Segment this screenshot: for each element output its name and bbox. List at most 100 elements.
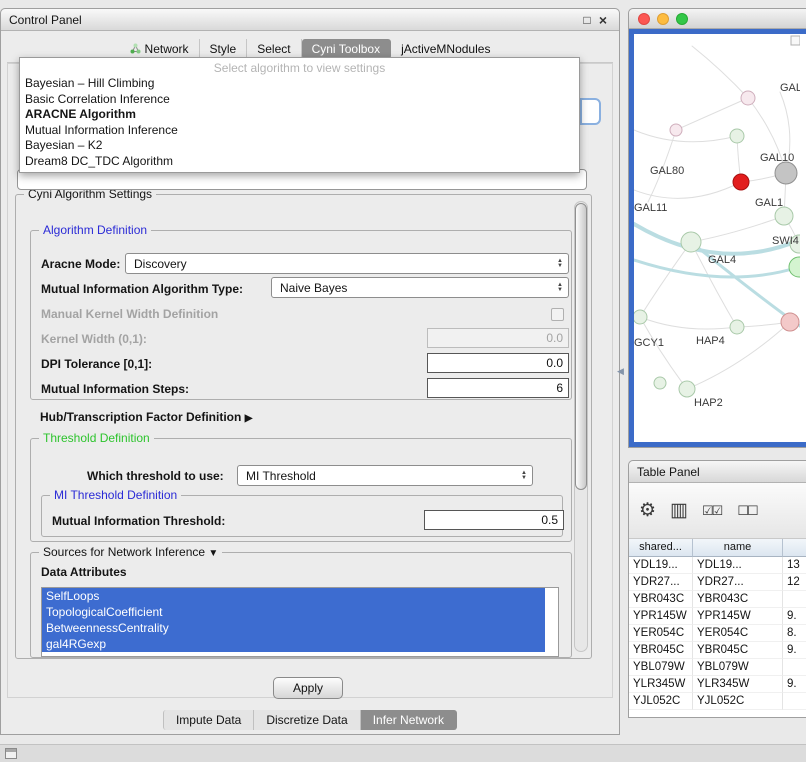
sources-group: Sources for Network Inference ▼ Data Att… [30, 552, 572, 658]
tab-style[interactable]: Style [200, 39, 248, 59]
hub-tf-section-label[interactable]: Hub/Transcription Factor Definition ▶ [40, 410, 252, 424]
table-cell: YBR045C [693, 642, 783, 659]
network-canvas[interactable]: GALGAL80GAL10GAL11GAL1SWI4GAL4GCY1HAP4HA… [634, 34, 806, 442]
dpi-tolerance-label: DPI Tolerance [0,1]: [41, 357, 152, 371]
column-header-shared[interactable]: shared... [629, 539, 693, 557]
table-panel-titlebar[interactable]: Table Panel [629, 461, 806, 483]
tab-network[interactable]: Network [120, 39, 200, 59]
table-cell: YDL19... [629, 557, 693, 574]
network-node[interactable] [775, 207, 793, 225]
select-all-icon[interactable]: ☑☑ [702, 503, 721, 519]
column-header-extra[interactable] [783, 539, 806, 557]
tab-label: Style [210, 42, 237, 56]
table-row[interactable]: YDR27...YDR27...12 [629, 574, 806, 591]
settings-gear-icon[interactable]: ⚙ [639, 499, 654, 522]
network-window-titlebar[interactable] [629, 9, 806, 29]
which-threshold-select[interactable]: MI Threshold ▲▼ [237, 465, 533, 486]
table-row[interactable]: YBL079WYBL079W [629, 659, 806, 676]
table-cell: YDR27... [693, 574, 783, 591]
algorithm-combo-fragment [580, 98, 601, 125]
algorithm-option-dream8-dc-tdc-algorithm[interactable]: Dream8 DC_TDC Algorithm [20, 154, 579, 170]
tab-label: Network [145, 42, 189, 56]
algorithm-option-basic-correlation-inference[interactable]: Basic Correlation Inference [20, 92, 579, 108]
kernel-width-input[interactable] [427, 328, 569, 348]
mac-close-button[interactable] [638, 13, 650, 25]
table-row[interactable]: YBR043CYBR043C [629, 591, 806, 608]
table-row[interactable]: YPR145WYPR145W9. [629, 608, 806, 625]
network-node[interactable] [741, 91, 755, 105]
algorithm-option-mutual-information-inference[interactable]: Mutual Information Inference [20, 123, 579, 139]
network-node-label: HAP4 [696, 335, 725, 347]
attribute-item-topologicalcoefficient[interactable]: TopologicalCoefficient [42, 604, 545, 620]
settings-scrollbar-thumb[interactable] [575, 203, 587, 490]
manual-kernel-width-checkbox[interactable] [551, 308, 564, 321]
network-node[interactable] [789, 257, 800, 277]
bottom-tab-infer-network[interactable]: Infer Network [361, 710, 457, 730]
bottom-tab-bar: Impute DataDiscretize DataInfer Network [1, 709, 619, 730]
table-panel-window: Table Panel ⚙ ▥ ☑☑ ☐☐ shared...name YDL19..… [628, 460, 806, 718]
bottom-status-strip [0, 744, 806, 762]
table-row[interactable]: YDL19...YDL19...13 [629, 557, 806, 574]
network-node[interactable] [670, 124, 682, 136]
mac-zoom-button[interactable] [676, 13, 688, 25]
tab-label: jActiveMNodules [401, 42, 490, 56]
threshold-definition-title: Threshold Definition [39, 431, 154, 446]
network-node[interactable] [781, 313, 799, 331]
network-node[interactable] [733, 174, 749, 190]
mac-minimize-button[interactable] [657, 13, 669, 25]
aracne-mode-select[interactable]: Discovery ▲▼ [125, 253, 569, 274]
table-cell: YBL079W [629, 659, 693, 676]
bottom-tab-discretize-data[interactable]: Discretize Data [254, 710, 360, 730]
tab-jactivemnodules[interactable]: jActiveMNodules [391, 39, 500, 59]
mi-algorithm-type-select[interactable]: Naive Bayes ▲▼ [271, 277, 569, 298]
tab-label: Select [257, 42, 290, 56]
table-row[interactable]: YJL052CYJL052C [629, 693, 806, 710]
threshold-definition-group: Threshold Definition Which threshold to … [30, 438, 572, 542]
sources-group-title[interactable]: Sources for Network Inference ▼ [39, 545, 222, 561]
table-row[interactable]: YBR045CYBR045C9. [629, 642, 806, 659]
network-edge [640, 242, 691, 317]
deselect-all-icon[interactable]: ☐☐ [737, 503, 756, 519]
attribute-item-gal4rgexp[interactable]: gal4RGexp [42, 636, 545, 652]
dpi-tolerance-input[interactable] [427, 353, 569, 373]
manual-kernel-width-label: Manual Kernel Width Definition [41, 307, 218, 321]
mi-threshold-input[interactable] [424, 510, 564, 530]
which-threshold-label: Which threshold to use: [87, 469, 224, 483]
table-row[interactable]: YER054CYER054C8. [629, 625, 806, 642]
network-node[interactable] [679, 381, 695, 397]
cyni-algorithm-settings-group: Cyni Algorithm Settings Algorithm Defini… [15, 194, 592, 659]
algorithm-option-bayesian-hill-climbing[interactable]: Bayesian – Hill Climbing [20, 76, 579, 92]
close-window-icon[interactable]: × [595, 12, 611, 28]
restore-panel-icon[interactable] [5, 748, 17, 759]
table-cell: YDL19... [693, 557, 783, 574]
network-node[interactable] [730, 320, 744, 334]
mi-threshold-definition-title: MI Threshold Definition [50, 488, 181, 503]
algorithm-option-bayesian-k2[interactable]: Bayesian – K2 [20, 138, 579, 154]
algorithm-placeholder: Select algorithm to view settings [20, 60, 579, 76]
tab-cyni-toolbox[interactable]: Cyni Toolbox [302, 39, 391, 59]
attribute-item-selfloops[interactable]: SelfLoops [42, 588, 545, 604]
apply-button[interactable]: Apply [273, 677, 343, 699]
network-node[interactable] [634, 310, 647, 324]
table-cell: YPR145W [693, 608, 783, 625]
network-node[interactable] [681, 232, 701, 252]
bottom-tab-impute-data[interactable]: Impute Data [163, 710, 254, 730]
mi-steps-input[interactable] [427, 378, 569, 398]
network-node-label: HAP2 [694, 397, 723, 409]
network-overview-toggle[interactable] [791, 36, 800, 45]
float-window-icon[interactable]: □ [579, 13, 595, 27]
tab-select[interactable]: Select [247, 39, 301, 59]
expand-right-icon: ▶ [245, 413, 253, 424]
table-row[interactable]: YLR345WYLR345W9. [629, 676, 806, 693]
panel-collapse-handle[interactable]: ◀ [617, 366, 624, 377]
column-header-name[interactable]: name [693, 539, 783, 557]
settings-scrollbar[interactable] [574, 201, 588, 652]
network-node[interactable] [775, 162, 797, 184]
column-visibility-icon[interactable]: ▥ [670, 499, 686, 522]
algorithm-option-aracne-algorithm[interactable]: ARACNE Algorithm [20, 107, 579, 123]
network-node[interactable] [654, 377, 666, 389]
attribute-item-betweennesscentrality[interactable]: BetweennessCentrality [42, 620, 545, 636]
control-panel-titlebar[interactable]: Control Panel □ × [1, 9, 619, 31]
network-node[interactable] [730, 129, 744, 143]
data-attributes-list[interactable]: SelfLoopsTopologicalCoefficientBetweenne… [41, 587, 559, 657]
